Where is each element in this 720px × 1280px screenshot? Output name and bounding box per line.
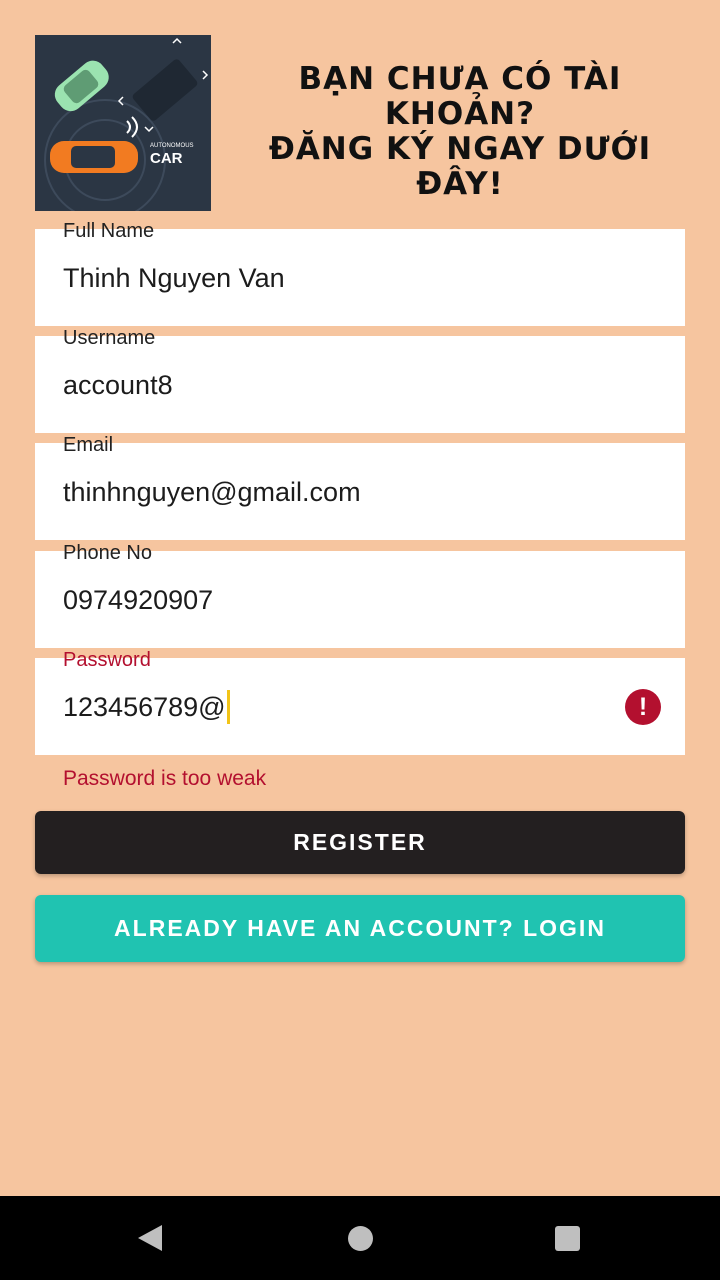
headline-line-1: Bạn chưa có tài — [298, 61, 622, 97]
app-logo: AUTONOMOUS CAR — [35, 35, 211, 211]
phone-label: Phone No — [63, 542, 152, 564]
full-name-input[interactable]: Thinh Nguyen Van — [63, 263, 285, 294]
login-button[interactable]: ALREADY HAVE AN ACCOUNT? LOGIN — [35, 895, 685, 962]
password-field[interactable]: Password 123456789@ ! — [35, 649, 685, 755]
phone-input[interactable]: 0974920907 — [63, 585, 213, 616]
system-navigation-bar — [0, 1196, 720, 1280]
text-cursor — [226, 689, 230, 724]
username-input[interactable]: account8 — [63, 370, 173, 401]
headline-line-2: khoản? — [384, 96, 536, 132]
phone-field[interactable]: Phone No 0974920907 — [35, 542, 685, 648]
email-field[interactable]: Email thinhnguyen@gmail.com — [35, 434, 685, 540]
password-error-message: Password is too weak — [63, 767, 267, 790]
username-field[interactable]: Username account8 — [35, 327, 685, 433]
headline-line-3: Đăng ký ngay dưới — [268, 131, 652, 167]
home-icon[interactable] — [348, 1226, 373, 1251]
error-icon: ! — [625, 689, 661, 725]
car-logo-graphic: AUTONOMOUS CAR — [35, 35, 211, 211]
password-label: Password — [63, 649, 151, 671]
full-name-label: Full Name — [63, 220, 155, 242]
back-icon[interactable] — [138, 1225, 162, 1251]
recents-icon[interactable] — [555, 1226, 580, 1251]
email-label: Email — [63, 434, 114, 456]
svg-text:AUTONOMOUS: AUTONOMOUS — [150, 143, 194, 149]
password-value: 123456789@ — [63, 692, 226, 722]
register-button[interactable]: REGISTER — [35, 811, 685, 874]
headline-line-4: đây! — [416, 166, 504, 202]
signup-headline: Bạn chưa có tài khoản? Đăng ký ngay dưới… — [248, 62, 672, 202]
email-input[interactable]: thinhnguyen@gmail.com — [63, 477, 361, 508]
full-name-field[interactable]: Full Name Thinh Nguyen Van — [35, 220, 685, 326]
username-label: Username — [63, 327, 156, 349]
svg-text:CAR: CAR — [150, 150, 183, 167]
password-input[interactable]: 123456789@ — [63, 689, 230, 724]
